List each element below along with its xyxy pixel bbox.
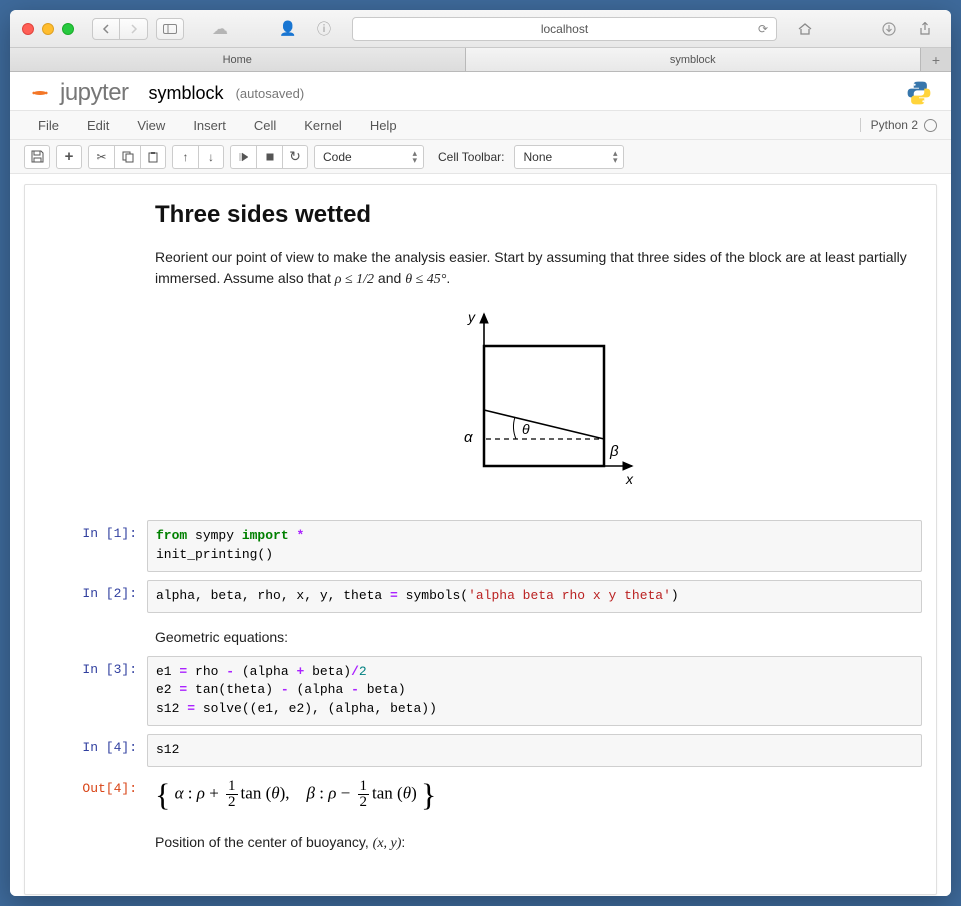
- kernel-indicator: Python 2: [860, 118, 937, 132]
- cut-button[interactable]: ✂: [88, 145, 114, 169]
- input-prompt: In [4]:: [39, 734, 147, 767]
- intro-paragraph: Reorient our point of view to make the a…: [155, 247, 912, 290]
- window-close-button[interactable]: [22, 23, 34, 35]
- new-tab-button[interactable]: +: [921, 48, 951, 71]
- safari-tab-bar: Home symblock +: [10, 48, 951, 72]
- output-prompt: Out[4]:: [39, 775, 147, 814]
- menu-file[interactable]: File: [24, 113, 73, 138]
- copy-button[interactable]: [114, 145, 140, 169]
- code-input[interactable]: alpha, beta, rho, x, y, theta = symbols(…: [147, 580, 922, 613]
- buoy-paragraph: Position of the center of buoyancy, (x, …: [155, 832, 912, 854]
- browser-window: ☁ 👤 ⓘ localhost ⟳ Home symblock + jupyte…: [10, 10, 951, 896]
- notebook-name[interactable]: symblock: [149, 83, 224, 104]
- cell-toolbar-select[interactable]: None ▴▾: [514, 145, 624, 169]
- theta-label: θ: [522, 421, 530, 437]
- traffic-lights: [22, 23, 74, 35]
- reader-home-button[interactable]: [791, 18, 819, 40]
- jupyter-logo-icon: [28, 81, 52, 105]
- browser-tab-symblock[interactable]: symblock: [466, 48, 922, 71]
- menu-edit[interactable]: Edit: [73, 113, 123, 138]
- nav-back-button[interactable]: [92, 18, 120, 40]
- markdown-cell[interactable]: Three sides wetted Reorient our point of…: [155, 201, 912, 496]
- x-axis-label: x: [625, 471, 634, 487]
- select-chevron-icon: ▴▾: [613, 150, 618, 164]
- menu-insert[interactable]: Insert: [179, 113, 240, 138]
- menu-kernel[interactable]: Kernel: [290, 113, 356, 138]
- paste-button[interactable]: [140, 145, 166, 169]
- input-prompt: In [1]:: [39, 520, 147, 572]
- input-prompt: In [3]:: [39, 656, 147, 727]
- heading: Three sides wetted: [155, 201, 912, 229]
- cell-toolbar-value: None: [523, 150, 552, 164]
- run-button[interactable]: [230, 145, 256, 169]
- info-button[interactable]: ⓘ: [310, 18, 338, 40]
- window-minimize-button[interactable]: [42, 23, 54, 35]
- diagram: y x θ: [155, 306, 912, 496]
- sidebar-toggle-button[interactable]: [156, 18, 184, 40]
- output-cell-4: Out[4]: { α : ρ + 12tan (θ), β : ρ − 12t…: [39, 775, 922, 814]
- url-bar[interactable]: localhost ⟳: [352, 17, 777, 41]
- python-logo-icon: [905, 79, 933, 107]
- beta-label: β: [609, 443, 619, 460]
- url-text: localhost: [541, 22, 588, 36]
- jupyter-menubar: File Edit View Insert Cell Kernel Help P…: [10, 110, 951, 140]
- select-chevron-icon: ▴▾: [412, 150, 417, 164]
- browser-tab-home[interactable]: Home: [10, 48, 466, 71]
- move-down-button[interactable]: ↓: [198, 145, 224, 169]
- cell-type-select[interactable]: Code ▴▾: [314, 145, 424, 169]
- code-input[interactable]: s12: [147, 734, 922, 767]
- window-zoom-button[interactable]: [62, 23, 74, 35]
- browser-tab-label: symblock: [670, 54, 716, 66]
- jupyter-header: jupyter symblock (autosaved): [10, 72, 951, 110]
- privacy-button[interactable]: 👤: [274, 18, 302, 40]
- insert-cell-button[interactable]: +: [56, 145, 82, 169]
- kernel-name: Python 2: [871, 118, 918, 132]
- downloads-button[interactable]: [875, 18, 903, 40]
- move-up-button[interactable]: ↑: [172, 145, 198, 169]
- safari-toolbar: ☁ 👤 ⓘ localhost ⟳: [10, 10, 951, 48]
- code-cell-2[interactable]: In [2]: alpha, beta, rho, x, y, theta = …: [39, 580, 922, 613]
- reload-icon[interactable]: ⟳: [758, 22, 768, 36]
- interrupt-button[interactable]: [256, 145, 282, 169]
- alpha-label: α: [464, 429, 473, 446]
- output-area: { α : ρ + 12tan (θ), β : ρ − 12tan (θ) }: [147, 775, 922, 814]
- kernel-status-icon: [924, 119, 937, 132]
- restart-button[interactable]: ↻: [282, 145, 308, 169]
- y-axis-label: y: [467, 309, 476, 325]
- notebook-inner: Three sides wetted Reorient our point of…: [24, 184, 937, 895]
- code-cell-3[interactable]: In [3]: e1 = rho - (alpha + beta)/2 e2 =…: [39, 656, 922, 727]
- cell-type-value: Code: [323, 150, 352, 164]
- menu-help[interactable]: Help: [356, 113, 411, 138]
- cell-toolbar-label: Cell Toolbar:: [438, 150, 504, 164]
- geom-paragraph: Geometric equations:: [155, 627, 912, 648]
- jupyter-wordmark: jupyter: [60, 79, 129, 107]
- code-input[interactable]: from sympy import * init_printing(): [147, 520, 922, 572]
- markdown-cell-buoy[interactable]: Position of the center of buoyancy, (x, …: [155, 832, 912, 854]
- notebook-container: Three sides wetted Reorient our point of…: [10, 174, 951, 895]
- menu-cell[interactable]: Cell: [240, 113, 290, 138]
- code-cell-1[interactable]: In [1]: from sympy import * init_printin…: [39, 520, 922, 572]
- page-content: jupyter symblock (autosaved) File Edit V…: [10, 72, 951, 896]
- share-button[interactable]: [911, 18, 939, 40]
- markdown-cell-geom[interactable]: Geometric equations:: [155, 627, 912, 648]
- code-cell-4[interactable]: In [4]: s12: [39, 734, 922, 767]
- menu-view[interactable]: View: [123, 113, 179, 138]
- save-button[interactable]: [24, 145, 50, 169]
- diagram-svg: y x θ: [424, 306, 644, 496]
- autosave-status: (autosaved): [236, 86, 305, 101]
- input-prompt: In [2]:: [39, 580, 147, 613]
- jupyter-toolbar: + ✂ ↑ ↓ ↻ Code ▴▾ Cell Toolbar: None: [10, 140, 951, 174]
- code-input[interactable]: e1 = rho - (alpha + beta)/2 e2 = tan(the…: [147, 656, 922, 727]
- nav-forward-button[interactable]: [120, 18, 148, 40]
- icloud-tabs-button[interactable]: ☁: [206, 18, 234, 40]
- browser-tab-label: Home: [223, 54, 252, 66]
